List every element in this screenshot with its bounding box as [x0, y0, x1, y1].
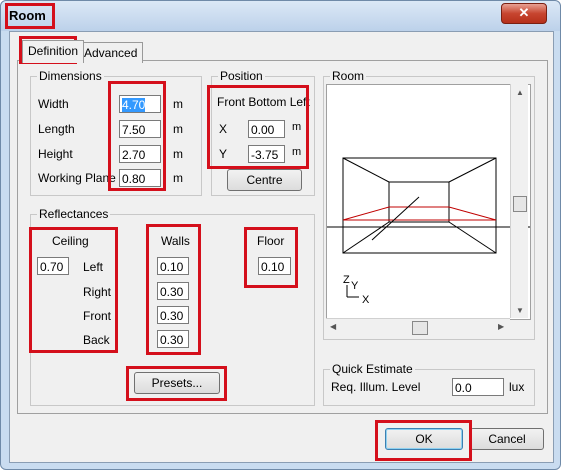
y-field[interactable]: -3.75: [248, 145, 285, 163]
wall-front-field[interactable]: 0.30: [157, 306, 189, 324]
working-plane-unit: m: [173, 171, 183, 185]
horizontal-scroll-thumb[interactable]: [412, 321, 428, 335]
vertical-scroll-thumb[interactable]: [513, 196, 527, 212]
wall-left-label: Left: [83, 260, 104, 274]
width-unit: m: [173, 97, 183, 111]
cancel-button[interactable]: Cancel: [470, 428, 544, 450]
height-label: Height: [38, 147, 73, 161]
wall-left-field[interactable]: 0.10: [157, 257, 189, 275]
walls-label: Walls: [161, 234, 190, 248]
width-field[interactable]: 4.70: [119, 95, 161, 113]
wall-back-field[interactable]: 0.30: [157, 330, 189, 348]
working-plane-field[interactable]: 0.80: [119, 169, 161, 187]
vertical-scrollbar[interactable]: ▲ ▼: [510, 84, 528, 318]
scroll-right-icon[interactable]: ▶: [498, 322, 504, 331]
tab-advanced[interactable]: Advanced: [78, 42, 144, 63]
length-unit: m: [173, 122, 183, 136]
illum-level-field[interactable]: 0.0: [452, 378, 504, 396]
working-plane-label: Working Plane: [38, 171, 116, 185]
position-title: Position: [218, 69, 265, 83]
axis-x-label: X: [362, 294, 370, 306]
title-bar[interactable]: Room ✕: [1, 1, 560, 31]
wall-back-label: Back: [83, 333, 110, 347]
y-label: Y: [219, 147, 228, 161]
length-label: Length: [38, 122, 75, 136]
wall-right-field[interactable]: 0.30: [157, 282, 189, 300]
ceiling-field[interactable]: 0.70: [37, 257, 69, 275]
wall-right-label: Right: [83, 285, 112, 299]
height-unit: m: [173, 147, 183, 161]
axis-y-label: Y: [351, 280, 359, 292]
close-button[interactable]: ✕: [501, 3, 547, 24]
x-label: X: [219, 122, 228, 136]
ceiling-label: Ceiling: [52, 234, 89, 248]
room-3d-view[interactable]: Z Y X: [326, 84, 531, 320]
floor-label: Floor: [257, 234, 285, 248]
position-subtitle: Front Bottom Left: [217, 95, 310, 109]
x-unit: m: [292, 121, 302, 133]
quick-estimate-title: Quick Estimate: [330, 362, 415, 376]
close-icon: ✕: [518, 5, 530, 20]
illum-level-label: Req. Illum. Level: [331, 380, 421, 394]
wall-front-label: Front: [83, 309, 112, 323]
height-field[interactable]: 2.70: [119, 145, 161, 163]
horizontal-scrollbar[interactable]: ◀ ▶: [326, 318, 510, 336]
y-unit: m: [292, 146, 302, 158]
tab-definition[interactable]: Definition: [22, 40, 85, 63]
scroll-left-icon[interactable]: ◀: [330, 322, 336, 331]
ok-button[interactable]: OK: [385, 428, 463, 450]
centre-button[interactable]: Centre: [227, 169, 302, 191]
reflectances-title: Reflectances: [37, 207, 111, 221]
room-preview-title: Room: [330, 69, 367, 83]
room-wireframe: Z Y X: [327, 157, 530, 306]
width-label: Width: [38, 97, 69, 111]
axis-z-label: Z: [343, 274, 350, 286]
floor-field[interactable]: 0.10: [258, 257, 291, 275]
x-field[interactable]: 0.00: [248, 120, 285, 138]
presets-button[interactable]: Presets...: [134, 372, 220, 394]
scroll-down-icon[interactable]: ▼: [516, 306, 524, 315]
dimensions-title: Dimensions: [37, 69, 104, 83]
illum-level-unit: lux: [509, 380, 525, 394]
window-title: Room: [9, 8, 46, 23]
scroll-up-icon[interactable]: ▲: [516, 88, 524, 97]
length-field[interactable]: 7.50: [119, 120, 161, 138]
